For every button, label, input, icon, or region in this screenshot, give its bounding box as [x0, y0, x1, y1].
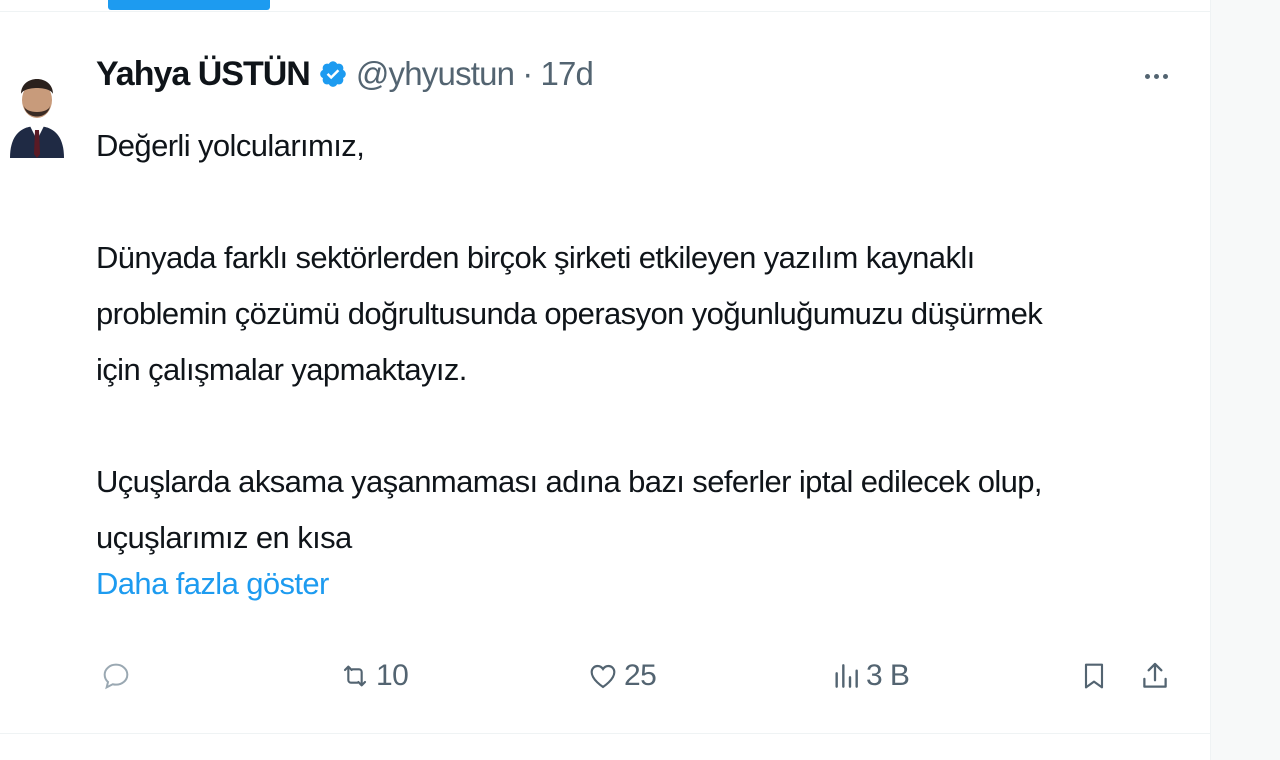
- share-button[interactable]: [1138, 650, 1172, 702]
- views-button[interactable]: 3 B: [830, 650, 910, 702]
- tweet-line: Değerli yolcularımız,: [96, 128, 365, 163]
- retweet-button[interactable]: 10: [338, 650, 409, 702]
- tweet-line: Dünyada farklı sektörlerden birçok şirke…: [96, 240, 975, 275]
- bookmark-button[interactable]: [1078, 650, 1110, 702]
- author-name[interactable]: Yahya ÜSTÜN: [96, 55, 311, 94]
- tweet-text: Değerli yolcularımız, Dünyada farklı sek…: [96, 118, 1156, 566]
- views-bar-chart-icon: [830, 660, 862, 692]
- right-sidebar: [1211, 0, 1280, 760]
- views-count: 3 B: [866, 659, 910, 692]
- tweet-timestamp[interactable]: 17d: [540, 55, 593, 93]
- more-dots-icon[interactable]: [1136, 58, 1176, 94]
- reply-button[interactable]: [100, 650, 136, 702]
- retweet-count: 10: [376, 659, 409, 692]
- bookmark-icon: [1078, 659, 1110, 693]
- verified-badge-icon: [318, 59, 348, 89]
- share-icon: [1138, 659, 1172, 693]
- show-more-link[interactable]: Daha fazla göster: [96, 560, 329, 608]
- author-handle[interactable]: @yhyustun: [356, 55, 515, 93]
- tweet-page: Yahya ÜSTÜN @yhyustun · 17d Değerli yolc…: [0, 0, 1280, 760]
- separator-dot: ·: [522, 55, 533, 92]
- top-tab-indicator[interactable]: [108, 0, 270, 10]
- divider: [0, 733, 1210, 734]
- tweet-header: Yahya ÜSTÜN @yhyustun · 17d: [96, 52, 594, 96]
- like-count: 25: [624, 659, 657, 692]
- tweet-line: Uçuşlarda aksama yaşanmaması adına bazı …: [96, 464, 1043, 499]
- reply-icon: [100, 660, 132, 692]
- like-button[interactable]: 25: [586, 650, 657, 702]
- tweet-line: için çalışmalar yapmaktayız.: [96, 352, 467, 387]
- divider: [0, 11, 1210, 12]
- retweet-icon: [338, 660, 372, 692]
- avatar[interactable]: [4, 50, 70, 162]
- tweet-line: problemin çözümü doğrultusunda operasyon…: [96, 296, 1043, 331]
- tweet-actions: 10 25 3 B: [0, 650, 1210, 702]
- tweet-line: uçuşlarımız en kısa: [96, 520, 352, 555]
- heart-icon: [586, 660, 620, 692]
